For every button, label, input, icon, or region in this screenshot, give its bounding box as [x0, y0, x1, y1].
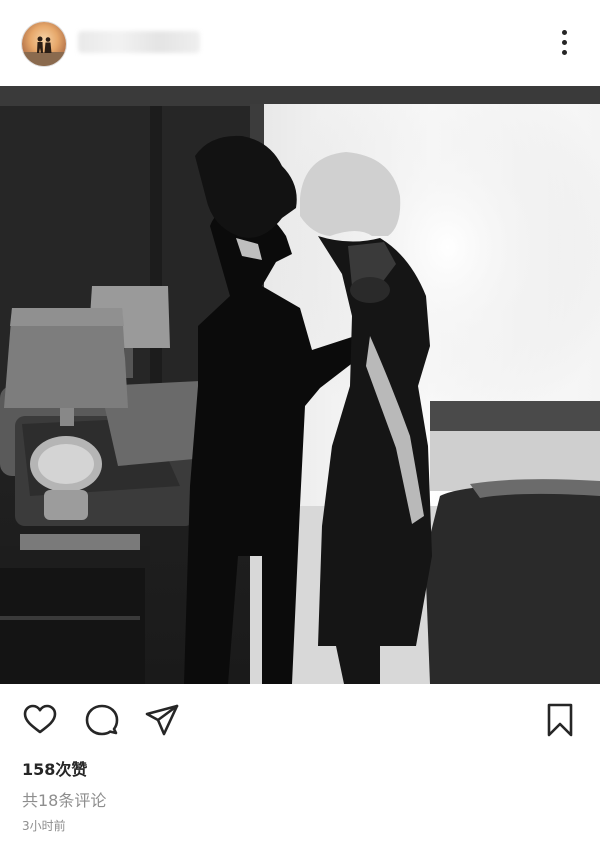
post-timestamp: 3小时前 [22, 819, 66, 833]
heart-icon [23, 704, 57, 734]
like-button[interactable] [22, 702, 58, 738]
likes-count[interactable]: 158次赞 [22, 756, 87, 780]
more-options-button[interactable] [552, 30, 576, 60]
username-blurred[interactable] [78, 31, 200, 53]
comment-bubble-icon [85, 704, 119, 736]
comment-button[interactable] [84, 702, 120, 738]
share-button[interactable] [144, 702, 180, 738]
more-vertical-icon [552, 30, 576, 55]
save-button[interactable] [542, 702, 578, 738]
bookmark-icon [547, 703, 573, 737]
post-action-bar [0, 698, 600, 742]
view-comments-link[interactable]: 共18条评论 [22, 787, 106, 811]
paper-plane-icon [145, 704, 179, 736]
avatar[interactable] [22, 22, 66, 66]
photo-couple-kiss-image [0, 86, 600, 684]
post-photo[interactable] [0, 86, 600, 684]
post-header [0, 0, 600, 86]
